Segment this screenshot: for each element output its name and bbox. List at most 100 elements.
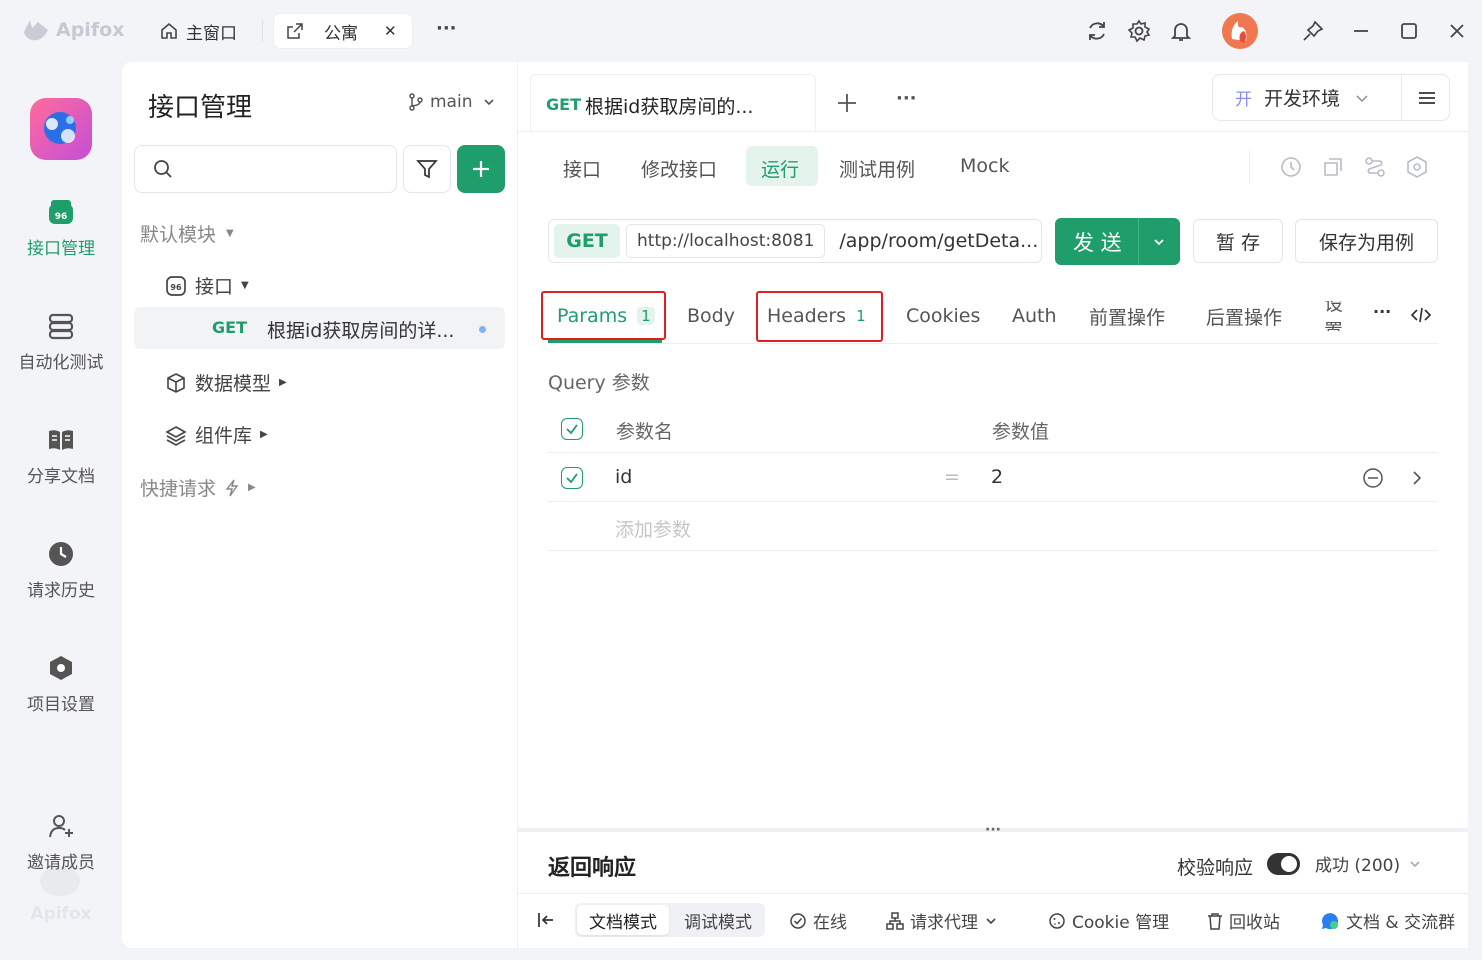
add-param-input[interactable]: 添加参数 (615, 515, 691, 542)
tab-cookies[interactable]: Cookies (906, 301, 980, 331)
row-checkbox[interactable] (561, 467, 583, 489)
tree-data-models[interactable]: 数据模型 ▶ (165, 369, 287, 396)
search-input[interactable] (134, 145, 397, 193)
tab-post-ops[interactable]: 后置操作 (1206, 301, 1282, 331)
method-select[interactable]: GET (554, 224, 620, 258)
tab-pre-ops[interactable]: 前置操作 (1089, 301, 1165, 331)
rail-label: 请求历史 (27, 581, 95, 601)
tab-edit-api[interactable]: 修改接口 (641, 155, 717, 182)
book-icon (49, 430, 73, 450)
config-icon[interactable] (1405, 155, 1429, 179)
open-request-tab[interactable]: GET 根据id获取房间的... (530, 74, 816, 132)
save-as-case-button[interactable]: 保存为用例 (1295, 219, 1438, 263)
endpoint-method: GET (212, 318, 247, 337)
more-tabs-icon[interactable]: ··· (1373, 302, 1391, 321)
online-status[interactable]: 在线 (789, 908, 847, 933)
tab-auth[interactable]: Auth (1012, 301, 1057, 331)
select-all-checkbox[interactable] (561, 418, 583, 440)
caret-down-icon: ▼ (226, 228, 234, 239)
tree-components[interactable]: 组件库 ▶ (165, 421, 268, 448)
more-tabs-icon[interactable]: ··· (436, 18, 457, 39)
rail-share-docs[interactable]: 分享文档 (0, 426, 122, 487)
add-button[interactable] (457, 145, 505, 193)
collapse-sidebar-icon[interactable] (536, 910, 556, 930)
tree-endpoint-selected[interactable]: GET 根据id获取房间的详... (134, 307, 505, 349)
debug-mode-button[interactable]: 调试模式 (675, 905, 761, 935)
tree-label: 接口 (195, 276, 234, 298)
minimize-icon[interactable] (1349, 19, 1373, 43)
cookie-manager[interactable]: Cookie 管理 (1048, 908, 1169, 933)
rail-automation[interactable]: 自动化测试 (0, 312, 122, 373)
clock-icon (49, 542, 73, 566)
caret-right-icon: ▶ (260, 429, 268, 440)
env-selector[interactable]: 开 开发环境 (1212, 74, 1450, 121)
save-temp-button[interactable]: 暂 存 (1193, 219, 1283, 263)
tree-quick-request[interactable]: 快捷请求 ▶ (140, 474, 256, 501)
tab-main-window[interactable]: 主窗口 (148, 14, 249, 48)
tab-mock[interactable]: Mock (960, 155, 1009, 177)
app-logo: Apifox (22, 18, 124, 42)
avatar[interactable] (1222, 13, 1258, 49)
check-icon (566, 473, 578, 484)
tab-api[interactable]: 接口 (563, 155, 601, 182)
layers-icon (165, 425, 187, 446)
rail-project-settings[interactable]: 项目设置 (0, 654, 122, 715)
url-bar[interactable]: GET http://localhost:8081 /app/room/getD… (548, 219, 1042, 263)
new-tab-button[interactable] (836, 92, 858, 114)
lightning-icon (225, 479, 239, 496)
history-icon[interactable] (1279, 155, 1303, 179)
link-icon[interactable] (1363, 155, 1387, 179)
filter-button[interactable] (403, 145, 451, 193)
tab-project[interactable]: 公寓 ✕ (274, 14, 412, 48)
chevron-down-icon[interactable] (1152, 235, 1166, 249)
menu-icon[interactable] (1417, 88, 1437, 108)
tab-settings[interactable]: 设置 (1324, 301, 1358, 331)
tree-api-folder[interactable]: 96 接口 ▼ (165, 272, 249, 299)
docs-community[interactable]: 文档 & 交流群 (1320, 908, 1455, 933)
response-status-select[interactable]: 成功 (200) (1315, 851, 1422, 876)
code-icon[interactable] (1410, 305, 1432, 325)
env-badge: 开 (1235, 90, 1252, 110)
project-avatar[interactable] (30, 98, 92, 160)
divider (262, 20, 263, 42)
tab-body[interactable]: Body (687, 301, 735, 331)
tab-test-cases[interactable]: 测试用例 (839, 155, 915, 182)
bell-icon[interactable] (1169, 19, 1193, 43)
recycle-bin[interactable]: 回收站 (1207, 908, 1280, 933)
chevron-right-icon[interactable] (1409, 469, 1425, 487)
param-name-input[interactable]: id (615, 466, 632, 488)
rail-label: 接口管理 (27, 239, 95, 259)
caret-right-icon: ▶ (248, 482, 256, 493)
param-value-input[interactable]: 2 (991, 466, 1003, 488)
chevron-down-icon (1356, 94, 1368, 102)
divider (548, 501, 1438, 502)
validate-toggle[interactable] (1267, 853, 1300, 875)
sidebar (122, 62, 517, 948)
remove-row-icon[interactable] (1362, 467, 1384, 489)
tree-default-module[interactable]: 默认模块 ▼ (140, 220, 234, 247)
more-icon[interactable]: ··· (896, 88, 917, 109)
gear-icon[interactable] (1127, 19, 1151, 43)
tab-run[interactable]: 运行 (761, 155, 799, 182)
tab-project-label: 公寓 (324, 23, 358, 44)
proxy-menu[interactable]: 请求代理 (886, 908, 998, 933)
refresh-icon[interactable] (1085, 19, 1109, 43)
rail-api-management[interactable]: 96 接口管理 (0, 198, 122, 259)
close-window-icon[interactable] (1445, 19, 1469, 43)
app-name: Apifox (56, 19, 125, 41)
maximize-icon[interactable] (1397, 19, 1421, 43)
api-icon: 96 (49, 200, 73, 224)
send-button[interactable]: 发 送 (1055, 218, 1180, 265)
rail-invite[interactable]: 邀请成员 (0, 812, 122, 873)
pin-icon[interactable] (1301, 19, 1325, 43)
close-tab-icon[interactable]: ✕ (384, 22, 397, 40)
branch-selector[interactable]: main (408, 92, 496, 112)
rail-history[interactable]: 请求历史 (0, 540, 122, 601)
chevron-down-icon (484, 99, 495, 106)
drag-handle-icon[interactable]: ··· (985, 822, 1001, 838)
copy-icon[interactable] (1321, 155, 1345, 179)
doc-mode-button[interactable]: 文档模式 (577, 905, 669, 935)
toggle-knob (1281, 856, 1297, 872)
url-path-input[interactable]: /app/room/getDeta... (839, 230, 1038, 252)
tree-label: 组件库 (195, 425, 253, 447)
